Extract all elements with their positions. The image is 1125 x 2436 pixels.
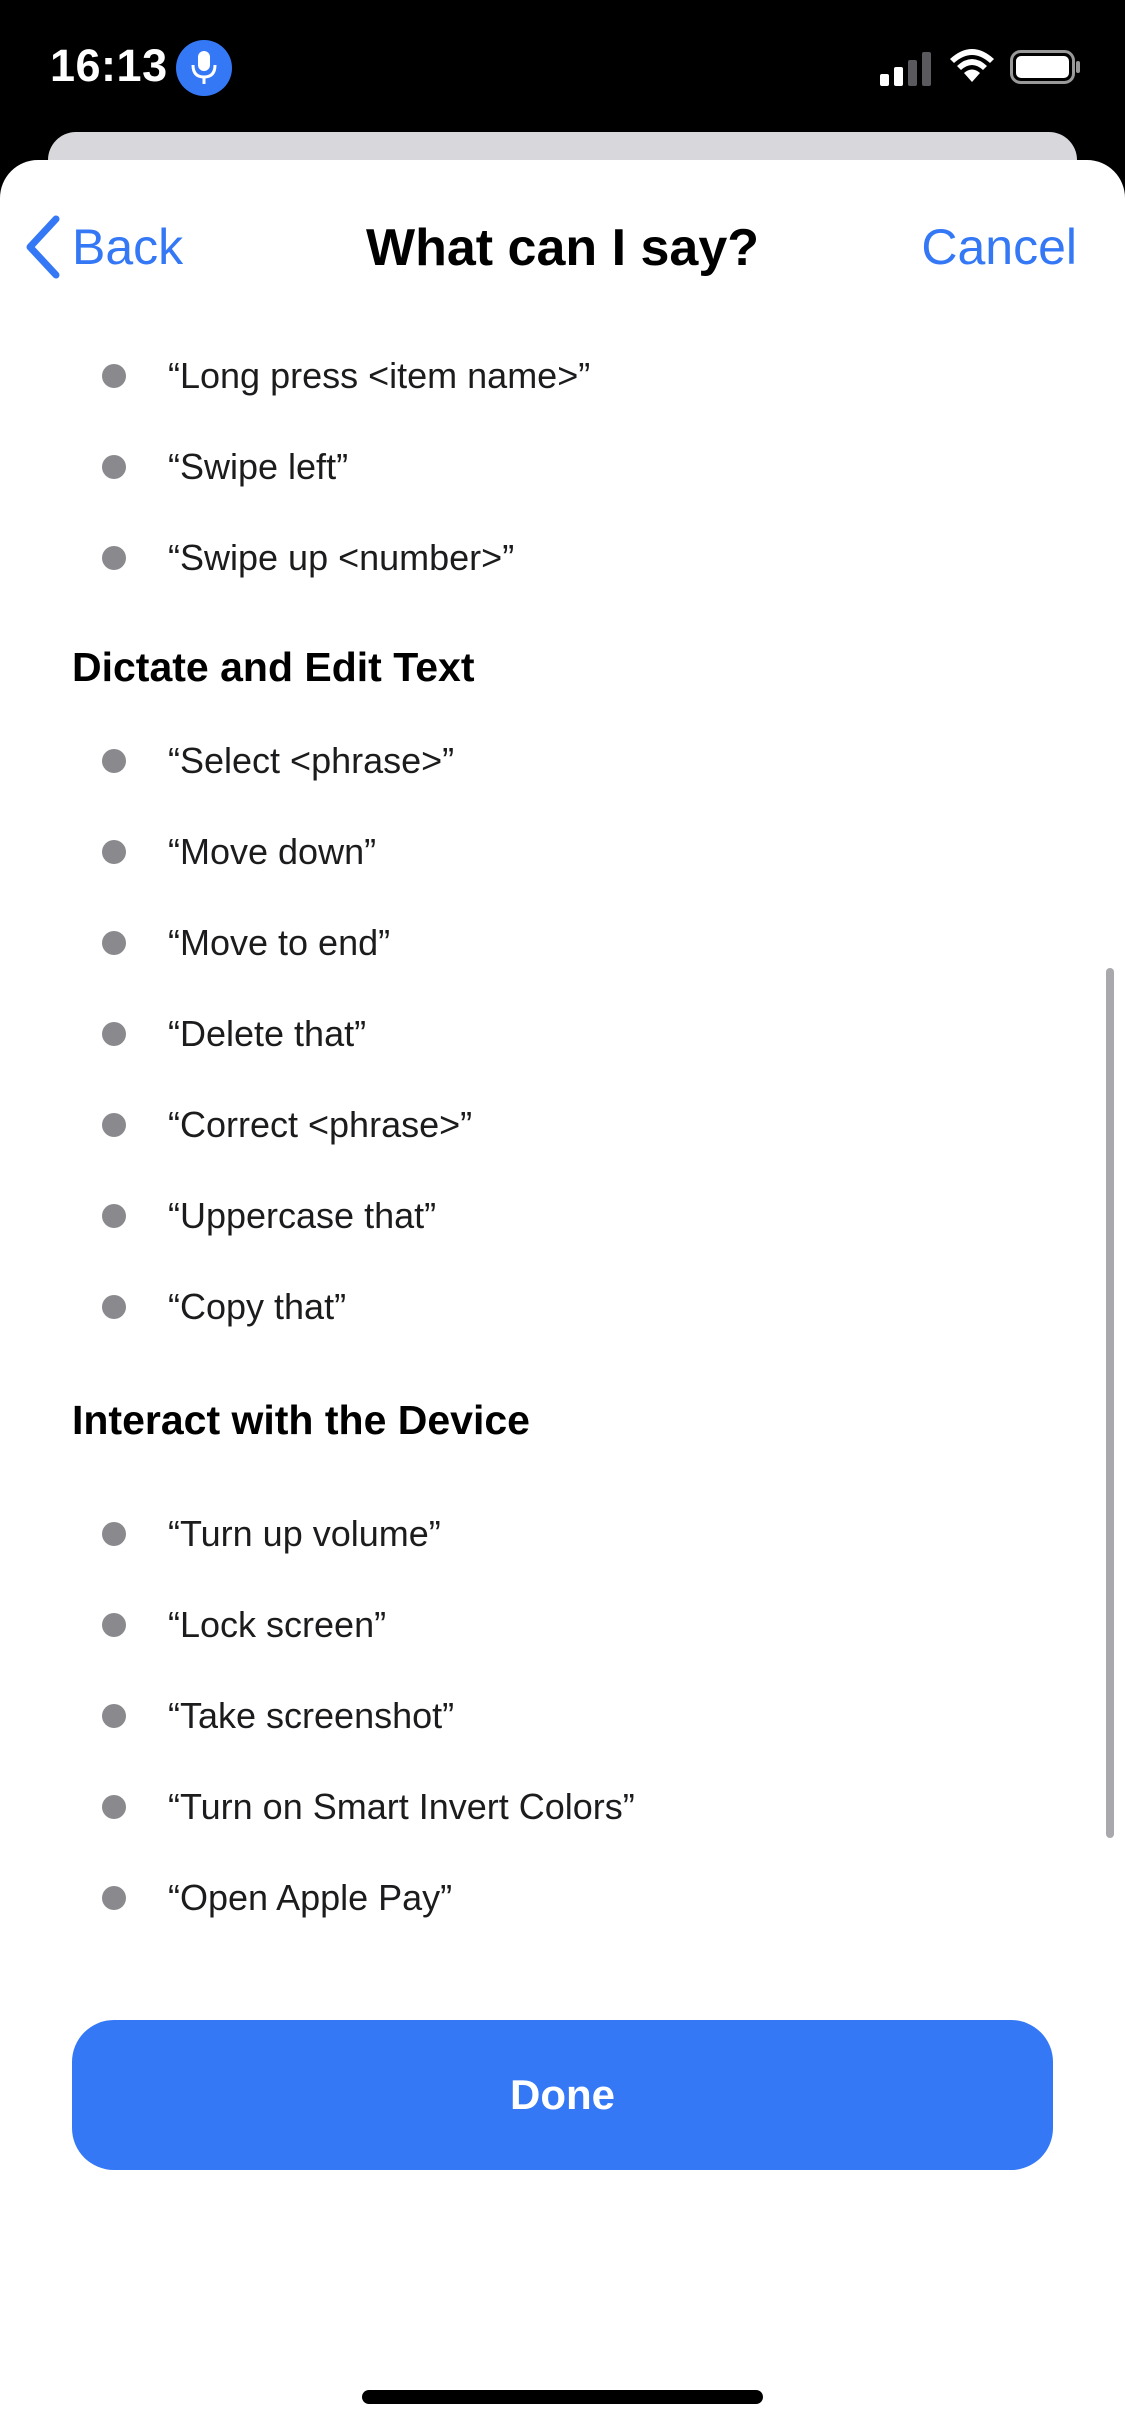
bullet-icon — [102, 1612, 126, 1637]
command-text: “Lock screen” — [168, 1603, 387, 1645]
bullet-icon — [102, 1203, 126, 1228]
command-text: “Copy that” — [168, 1285, 347, 1327]
bullet-icon — [102, 1885, 126, 1910]
bullet-icon — [102, 1021, 126, 1046]
wifi-icon — [950, 49, 994, 82]
bullet-icon — [102, 1794, 126, 1819]
list-item: “Swipe left” — [0, 421, 1125, 512]
command-text: “Turn on Smart Invert Colors” — [168, 1785, 635, 1827]
home-indicator[interactable] — [362, 2390, 763, 2404]
command-text: “Long press <item name>” — [168, 354, 591, 396]
bullet-icon — [102, 748, 126, 773]
bullet-icon — [102, 1112, 126, 1137]
list-item: “Turn on Smart Invert Colors” — [0, 1761, 1125, 1852]
device-command-list: “Turn up volume” “Lock screen” “Take scr… — [0, 1488, 1125, 1943]
section-heading-dictate: Dictate and Edit Text — [72, 643, 475, 690]
cancel-button[interactable]: Cancel — [921, 218, 1077, 276]
status-time: 16:13 — [50, 40, 168, 91]
list-item: “Take screenshot” — [0, 1670, 1125, 1761]
command-text: “Take screenshot” — [168, 1694, 455, 1736]
command-text: “Move down” — [168, 830, 377, 872]
list-item: “Long press <item name>” — [0, 330, 1125, 421]
microphone-icon — [176, 40, 232, 96]
list-item: “Correct <phrase>” — [0, 1079, 1125, 1170]
navigation-bar: Back What can I say? Cancel — [0, 160, 1125, 330]
command-text: “Swipe left” — [168, 445, 349, 487]
bullet-icon — [102, 1294, 126, 1319]
top-command-list: “Long press <item name>” “Swipe left” “S… — [0, 330, 1125, 603]
battery-icon — [1010, 50, 1080, 84]
screen: 16:13 Back What can I say? Cancel “Long … — [0, 0, 1125, 2436]
command-text: “Delete that” — [168, 1012, 367, 1054]
bullet-icon — [102, 454, 126, 479]
command-text: “Move to end” — [168, 921, 391, 963]
list-item: “Turn up volume” — [0, 1488, 1125, 1579]
list-item: “Uppercase that” — [0, 1170, 1125, 1261]
command-text: “Select <phrase>” — [168, 739, 455, 781]
command-text: “Swipe up <number>” — [168, 536, 515, 578]
command-text: “Open Apple Pay” — [168, 1876, 453, 1918]
section-heading-device: Interact with the Device — [72, 1396, 530, 1443]
list-item: “Select <phrase>” — [0, 715, 1125, 806]
command-text: “Turn up volume” — [168, 1512, 441, 1554]
cellular-signal-icon — [880, 52, 931, 86]
bullet-icon — [102, 363, 126, 388]
bullet-icon — [102, 930, 126, 955]
done-button[interactable]: Done — [72, 2020, 1053, 2170]
commands-list[interactable]: “Long press <item name>” “Swipe left” “S… — [0, 330, 1125, 2130]
dictate-command-list: “Select <phrase>” “Move down” “Move to e… — [0, 715, 1125, 1352]
list-item: “Delete that” — [0, 988, 1125, 1079]
status-bar: 16:13 — [0, 0, 1125, 140]
command-text: “Correct <phrase>” — [168, 1103, 473, 1145]
scroll-indicator[interactable] — [1106, 968, 1114, 1838]
what-can-i-say-sheet: Back What can I say? Cancel “Long press … — [0, 160, 1125, 2436]
list-item: “Swipe up <number>” — [0, 512, 1125, 603]
list-item: “Move down” — [0, 806, 1125, 897]
bullet-icon — [102, 1703, 126, 1728]
bullet-icon — [102, 1521, 126, 1546]
bullet-icon — [102, 545, 126, 570]
bullet-icon — [102, 839, 126, 864]
command-text: “Uppercase that” — [168, 1194, 437, 1236]
list-item: “Copy that” — [0, 1261, 1125, 1352]
list-item: “Open Apple Pay” — [0, 1852, 1125, 1943]
list-item: “Move to end” — [0, 897, 1125, 988]
list-item: “Lock screen” — [0, 1579, 1125, 1670]
